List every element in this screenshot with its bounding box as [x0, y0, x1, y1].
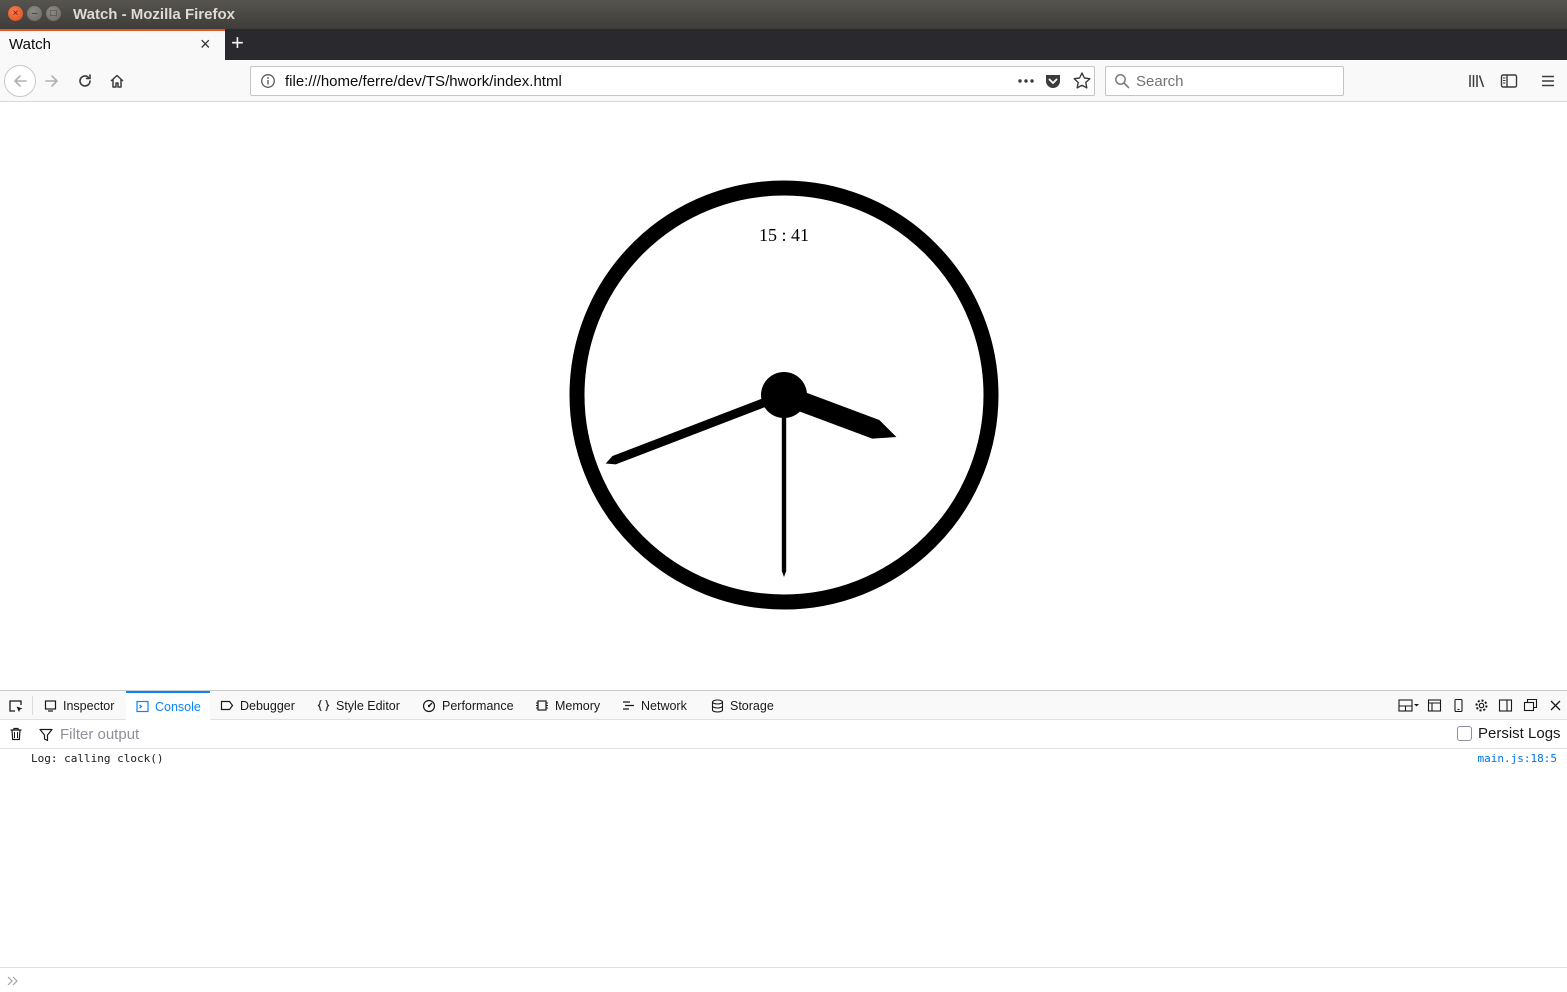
tab-style-editor-label: Style Editor	[336, 698, 400, 713]
reload-button[interactable]	[73, 69, 97, 93]
forward-arrow-icon	[45, 75, 58, 87]
tab-debugger[interactable]: Debugger	[220, 691, 295, 720]
console-log-row: Log: calling clock() main.js:18:5	[0, 749, 1567, 769]
hamburger-menu-icon	[1542, 75, 1554, 87]
separate-window-icon[interactable]	[1523, 698, 1538, 713]
clock-center-pin	[761, 372, 807, 418]
console-icon	[136, 700, 149, 713]
home-button[interactable]	[105, 69, 129, 93]
tab-network-label: Network	[641, 698, 687, 713]
tab-console[interactable]: Console	[126, 691, 210, 720]
inspector-icon	[44, 700, 57, 712]
search-bar[interactable]	[1105, 66, 1344, 96]
back-button[interactable]	[4, 65, 36, 97]
gear-icon[interactable]	[1474, 698, 1489, 713]
digital-time-display: 15 : 41	[759, 225, 809, 245]
dock-side-icon[interactable]	[1498, 698, 1513, 713]
analog-clock: 15 : 41	[569, 180, 999, 610]
window-title: Watch - Mozilla Firefox	[73, 6, 235, 23]
tab-style-editor[interactable]: Style Editor	[317, 691, 400, 720]
search-icon	[1115, 74, 1130, 89]
filter-icon	[39, 728, 53, 742]
storage-icon	[711, 698, 724, 713]
url-bar[interactable]: file:///home/ferre/dev/TS/hwork/index.ht…	[250, 66, 1095, 96]
performance-icon	[422, 699, 436, 712]
library-button[interactable]	[1466, 70, 1488, 92]
console-toolbar: Persist Logs	[0, 720, 1567, 749]
persist-logs-checkbox[interactable]	[1457, 726, 1472, 741]
sidebar-icon	[1500, 74, 1518, 88]
tab-inspector-label: Inspector	[63, 698, 115, 713]
console-input[interactable]	[0, 967, 1567, 992]
close-devtools-icon[interactable]	[1548, 698, 1563, 713]
more-dots-icon[interactable]	[1016, 71, 1036, 91]
window-minimize-button[interactable]: –	[27, 6, 42, 21]
new-tab-button[interactable]: +	[231, 30, 244, 56]
tab-storage-label: Storage	[730, 698, 774, 713]
network-icon	[623, 701, 634, 710]
tab-console-label: Console	[155, 699, 201, 714]
tab-memory-label: Memory	[555, 698, 601, 713]
second-hand	[781, 395, 787, 577]
open-menu-button[interactable]	[1537, 70, 1559, 92]
library-icon	[1469, 75, 1485, 88]
minimize-icon: –	[31, 7, 38, 19]
trash-icon[interactable]	[9, 727, 23, 741]
window-close-button[interactable]: ×	[8, 6, 23, 21]
window-maximize-button[interactable]: □	[46, 6, 61, 21]
style-editor-icon	[317, 699, 330, 712]
persist-logs-toggle[interactable]: Persist Logs	[1457, 725, 1561, 742]
frame-select-icon[interactable]	[1427, 698, 1442, 713]
reload-icon	[79, 74, 91, 87]
devtools-panel: Inspector Console Debugger Style Editor …	[0, 690, 1567, 992]
persist-logs-label: Persist Logs	[1478, 725, 1561, 742]
page-content: 15 : 41	[0, 103, 1567, 690]
tab-performance[interactable]: Performance	[422, 691, 514, 720]
close-icon: ×	[12, 7, 19, 19]
element-picker-icon[interactable]	[8, 698, 24, 714]
devtools-tab-bar: Inspector Console Debugger Style Editor …	[0, 691, 1567, 720]
pocket-icon[interactable]	[1044, 72, 1062, 90]
filter-output-input[interactable]	[60, 724, 660, 745]
tab-title: Watch	[9, 36, 51, 53]
search-input[interactable]	[1136, 70, 1336, 92]
tab-memory[interactable]: Memory	[535, 691, 600, 720]
log-source-link[interactable]: main.js:18:5	[1478, 752, 1557, 765]
maximize-icon: □	[50, 7, 57, 19]
split-console-icon[interactable]	[1398, 698, 1420, 713]
tab-network[interactable]: Network	[622, 691, 687, 720]
navigation-toolbar: file:///home/ferre/dev/TS/hwork/index.ht…	[0, 60, 1567, 102]
star-icon[interactable]	[1072, 71, 1092, 91]
tab-watch[interactable]: Watch ×	[0, 29, 225, 60]
sidebar-toggle-button[interactable]	[1498, 70, 1520, 92]
toolbar-separator	[32, 696, 33, 715]
tab-storage[interactable]: Storage	[711, 691, 774, 720]
url-text[interactable]: file:///home/ferre/dev/TS/hwork/index.ht…	[285, 73, 562, 90]
home-icon	[110, 74, 124, 88]
tab-inspector[interactable]: Inspector	[44, 691, 114, 720]
tab-debugger-label: Debugger	[240, 698, 295, 713]
prompt-icon	[7, 976, 18, 986]
tab-performance-label: Performance	[442, 698, 514, 713]
forward-button[interactable]	[40, 69, 64, 93]
back-arrow-icon	[14, 75, 27, 87]
memory-icon	[536, 700, 548, 711]
tab-close-icon[interactable]: ×	[200, 34, 211, 55]
debugger-icon	[220, 700, 234, 711]
window-title-bar: × – □ Watch - Mozilla Firefox	[0, 0, 1567, 29]
info-icon[interactable]	[260, 73, 276, 89]
responsive-mode-icon[interactable]	[1451, 698, 1466, 713]
log-message: Log: calling clock()	[31, 752, 164, 765]
tab-strip: Watch × +	[0, 29, 1567, 60]
